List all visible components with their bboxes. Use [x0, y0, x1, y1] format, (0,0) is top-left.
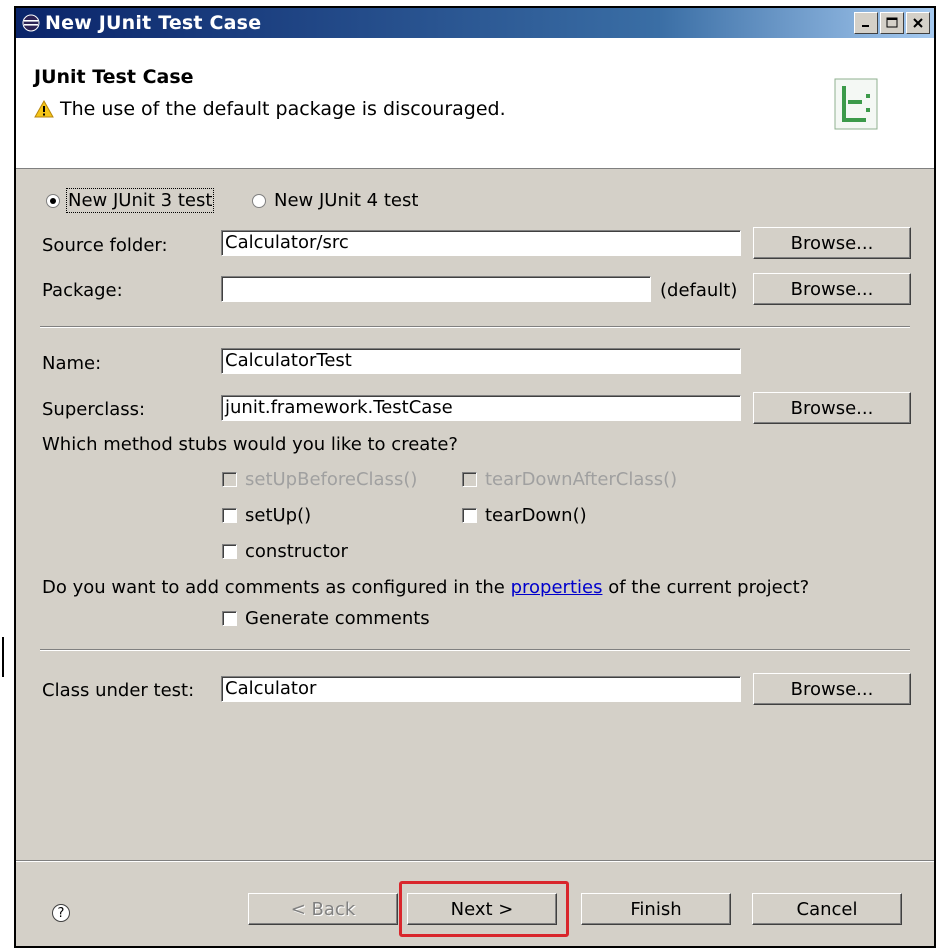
page-title: JUnit Test Case: [34, 66, 194, 88]
close-icon: [913, 18, 923, 28]
maximize-button[interactable]: [880, 12, 904, 34]
finish-button[interactable]: Finish: [581, 893, 731, 925]
name-label: Name:: [42, 353, 102, 374]
class-under-test-label: Class under test:: [42, 680, 195, 701]
junit4-radio[interactable]: New JUnit 4 test: [252, 190, 418, 211]
minimize-icon: [862, 25, 869, 27]
maximize-icon: [886, 17, 898, 28]
setup-checkbox[interactable]: setUp(): [222, 505, 311, 526]
question-icon[interactable]: ?: [52, 904, 70, 922]
teardownafterclass-checkbox[interactable]: tearDownAfterClass(): [462, 469, 677, 490]
setup-label: setUp(): [245, 505, 312, 526]
package-label: Package:: [42, 280, 123, 301]
class-under-test-browse-button[interactable]: Browse...: [753, 673, 911, 705]
separator: [40, 649, 910, 651]
dialog-window: New JUnit Test Case JUnit Test Case The …: [14, 6, 936, 948]
title-bar[interactable]: New JUnit Test Case: [16, 8, 934, 38]
junit3-radio-label: New JUnit 3 test: [65, 188, 215, 213]
warning-icon: [34, 100, 54, 118]
checkbox-icon: [222, 611, 237, 626]
warning-text: The use of the default package is discou…: [60, 98, 506, 120]
superclass-browse-button[interactable]: Browse...: [753, 392, 911, 424]
name-input[interactable]: CalculatorTest: [221, 348, 741, 374]
cancel-button[interactable]: Cancel: [752, 893, 902, 925]
package-input[interactable]: [221, 276, 651, 302]
stubs-question: Which method stubs would you like to cre…: [42, 434, 458, 455]
back-button[interactable]: < Back: [248, 893, 398, 925]
window-title: New JUnit Test Case: [45, 12, 262, 34]
junit3-radio[interactable]: New JUnit 3 test: [46, 188, 215, 213]
properties-link[interactable]: properties: [511, 577, 603, 598]
footer-separator: [16, 860, 934, 862]
checkbox-icon: [462, 508, 477, 523]
next-button-highlight: [399, 881, 569, 937]
wizard-header: JUnit Test Case The use of the default p…: [16, 38, 934, 169]
teardown-checkbox[interactable]: tearDown(): [462, 505, 587, 526]
comments-question-suffix: of the current project?: [608, 577, 810, 598]
teardownafterclass-label: tearDownAfterClass(): [485, 469, 678, 490]
source-folder-browse-button[interactable]: Browse...: [753, 227, 911, 259]
source-folder-input[interactable]: Calculator/src: [221, 230, 741, 256]
setupbeforeclass-checkbox[interactable]: setUpBeforeClass(): [222, 469, 417, 490]
separator: [40, 326, 910, 328]
generate-comments-label: Generate comments: [245, 608, 430, 629]
external-divider-line: [2, 637, 4, 677]
radio-selected-icon: [46, 193, 60, 208]
constructor-label: constructor: [245, 541, 348, 562]
comments-question-prefix: Do you want to add comments as configure…: [42, 577, 505, 598]
superclass-label: Superclass:: [42, 399, 146, 420]
warning-message: The use of the default package is discou…: [34, 98, 506, 120]
checkbox-icon: [222, 508, 237, 523]
comments-question: Do you want to add comments as configure…: [42, 577, 809, 598]
junit4-radio-label: New JUnit 4 test: [274, 190, 419, 211]
eclipse-icon: [22, 14, 40, 32]
close-button[interactable]: [906, 12, 930, 34]
checkbox-icon: [222, 472, 237, 487]
junit-wizard-banner-icon: [834, 78, 878, 130]
setupbeforeclass-label: setUpBeforeClass(): [245, 469, 418, 490]
teardown-label: tearDown(): [485, 505, 587, 526]
minimize-button[interactable]: [854, 12, 878, 34]
checkbox-icon: [222, 544, 237, 559]
generate-comments-checkbox[interactable]: Generate comments: [222, 608, 430, 629]
class-under-test-input[interactable]: Calculator: [221, 676, 741, 702]
source-folder-label: Source folder:: [42, 235, 168, 256]
superclass-input[interactable]: junit.framework.TestCase: [221, 395, 741, 421]
radio-unselected-icon: [252, 193, 266, 208]
package-browse-button[interactable]: Browse...: [753, 273, 911, 305]
constructor-checkbox[interactable]: constructor: [222, 541, 348, 562]
package-default-label: (default): [660, 280, 738, 301]
checkbox-icon: [462, 472, 477, 487]
